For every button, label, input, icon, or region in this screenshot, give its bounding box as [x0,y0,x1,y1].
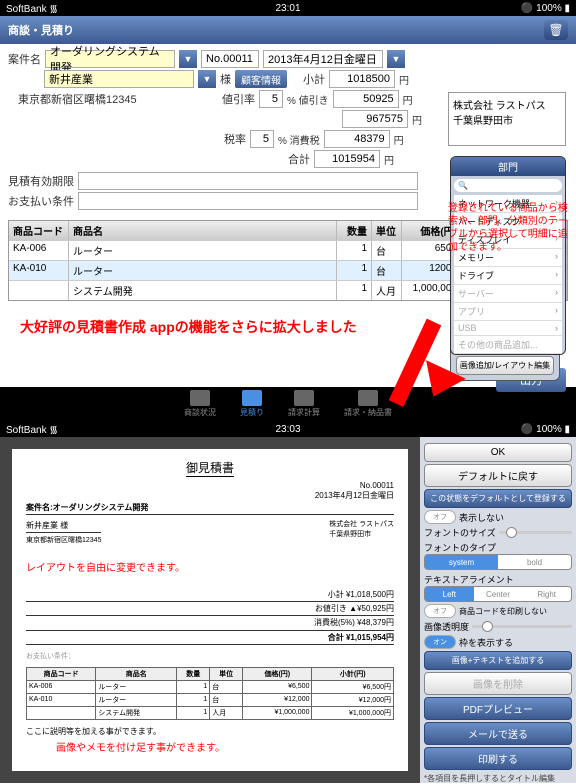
layout-button[interactable]: 画像追加/レイアウト編集 [456,356,554,375]
doc-red-note-1: レイアウトを自由に変更できます。 [26,559,394,574]
tab-invoice[interactable]: 請求・納品書 [344,390,392,418]
anken-field[interactable]: オーダリングシステム開発 [45,50,175,68]
status-bar: SoftBank ᯾ 23:01 ⚫ 100% ▮ [0,0,576,16]
nav-bar: 商談・見積り 🗑 [0,16,576,44]
date-field[interactable]: 2013年4月12日金曜日 [263,50,383,68]
side-footnote: *各項目を長押しするとタイトル編集 [424,773,572,784]
popup-search[interactable]: 🔍 [454,179,562,192]
expiry-field[interactable] [78,172,418,190]
doc-table: 商品コード商品名数量単位価格(円)小計(円) KA-006ルーター1台¥6,50… [26,667,394,720]
customer-box: 株式会社 ラストパス 千葉県野田市 [448,92,566,146]
payment-label: お支払い条件 [8,193,74,209]
doc-title: 御見積書 [186,459,234,477]
popup-title: 部門 [451,157,565,176]
lower-screenshot: 御見積書 No.000112013年4月12日金曜日 案件名:オーダリングシステ… [0,437,576,783]
tax-pct[interactable]: 5 [250,130,274,148]
subtotal-field: 1018500 [329,70,395,88]
print-do-button[interactable]: 印刷する [424,747,572,770]
nav-title: 商談・見積り [8,22,74,38]
category-popup: 部門 🔍 ネットワーク機器› ハードディスク› ディスプレイ› メモリー› ドラ… [450,156,566,355]
tab-bar: 商談状況 見積り 請求計算 請求・納品書 [0,387,576,421]
arrow-annotation [426,322,442,412]
total-label: 合計 [288,151,310,167]
total-field: 1015954 [314,150,380,168]
nocode-toggle[interactable]: オフ [424,604,456,618]
delete-image-button[interactable]: 画像を削除 [424,672,572,695]
doc-anken: 案件名:オーダリングシステム開発 [26,501,394,515]
address: 東京都新宿区曙橋12345 [18,91,218,107]
settings-panel: OK デフォルトに戻す この状態をデフォルトとして登録する オフ表示しない フォ… [420,437,576,783]
discount-pct[interactable]: 5 [259,90,283,108]
ok-button[interactable]: OK [424,443,572,462]
popup-item[interactable]: その他の商品追加... [454,336,562,354]
popup-item[interactable]: ドライブ› [454,267,562,285]
no-field[interactable]: No.00011 [201,50,259,68]
tab-estimate[interactable]: 見積り [240,390,264,418]
discount-field: 50925 [333,90,399,108]
frame-toggle[interactable]: オン [424,635,456,649]
pdf-preview-button[interactable]: PDFプレビュー [424,697,572,720]
subtotal-label: 小計 [303,71,325,87]
align-segment[interactable]: LeftCenterRight [424,586,572,602]
popup-item[interactable]: アプリ› [454,303,562,321]
popup-item[interactable]: USB› [454,321,562,336]
date-dropdown[interactable]: ▼ [387,50,405,68]
font-type-segment[interactable]: systembold [424,554,572,570]
anken-dropdown[interactable]: ▼ [179,50,197,68]
tab-negotiations[interactable]: 商談状況 [184,390,216,418]
reset-button[interactable]: デフォルトに戻す [424,464,572,487]
save-default-button[interactable]: この状態をデフォルトとして登録する [424,489,572,508]
contact-label: 様 [220,71,231,87]
tax-field: 48379 [324,130,390,148]
status-bar-2: SoftBank ᯾ 23:03 ⚫ 100% ▮ [0,421,576,437]
document[interactable]: 御見積書 No.000112013年4月12日金曜日 案件名:オーダリングシステ… [12,449,408,771]
opacity-slider[interactable] [472,625,572,628]
discount-label: 値引率 [222,91,255,107]
red-annotation: 登録されている商品から検索や、部門、分類別のテーブルから選択して明細に追加できま… [448,202,568,254]
after-discount: 967575 [342,110,408,128]
popup-item[interactable]: サーバー› [454,285,562,303]
font-size-slider[interactable] [499,531,572,534]
company-field[interactable]: 新井産業 [44,70,194,88]
tab-billing[interactable]: 請求計算 [288,390,320,418]
tax-label: 税率 [224,131,246,147]
form-area: 案件名 オーダリングシステム開発 ▼ No.00011 2013年4月12日金曜… [0,44,576,216]
hide-toggle[interactable]: オフ [424,510,456,524]
customer-info-button[interactable]: 顧客情報 [235,70,287,88]
doc-summary: 小計 ¥1,018,500円 お値引き ▲¥50,925円 消費税(5%) ¥4… [26,588,394,645]
doc-red-note-2: 画像やメモを付け足す事ができます。 [56,739,394,754]
payment-field[interactable] [78,192,418,210]
company-dropdown[interactable]: ▼ [198,70,216,88]
add-image-button[interactable]: 画像+テキストを追加する [424,651,572,670]
trash-icon[interactable]: 🗑 [544,20,568,40]
mail-send-button[interactable]: メールで送る [424,722,572,745]
anken-label: 案件名 [8,51,41,67]
document-preview-area: 御見積書 No.000112013年4月12日金曜日 案件名:オーダリングシステ… [0,437,420,783]
expiry-label: 見積有効期限 [8,173,74,189]
